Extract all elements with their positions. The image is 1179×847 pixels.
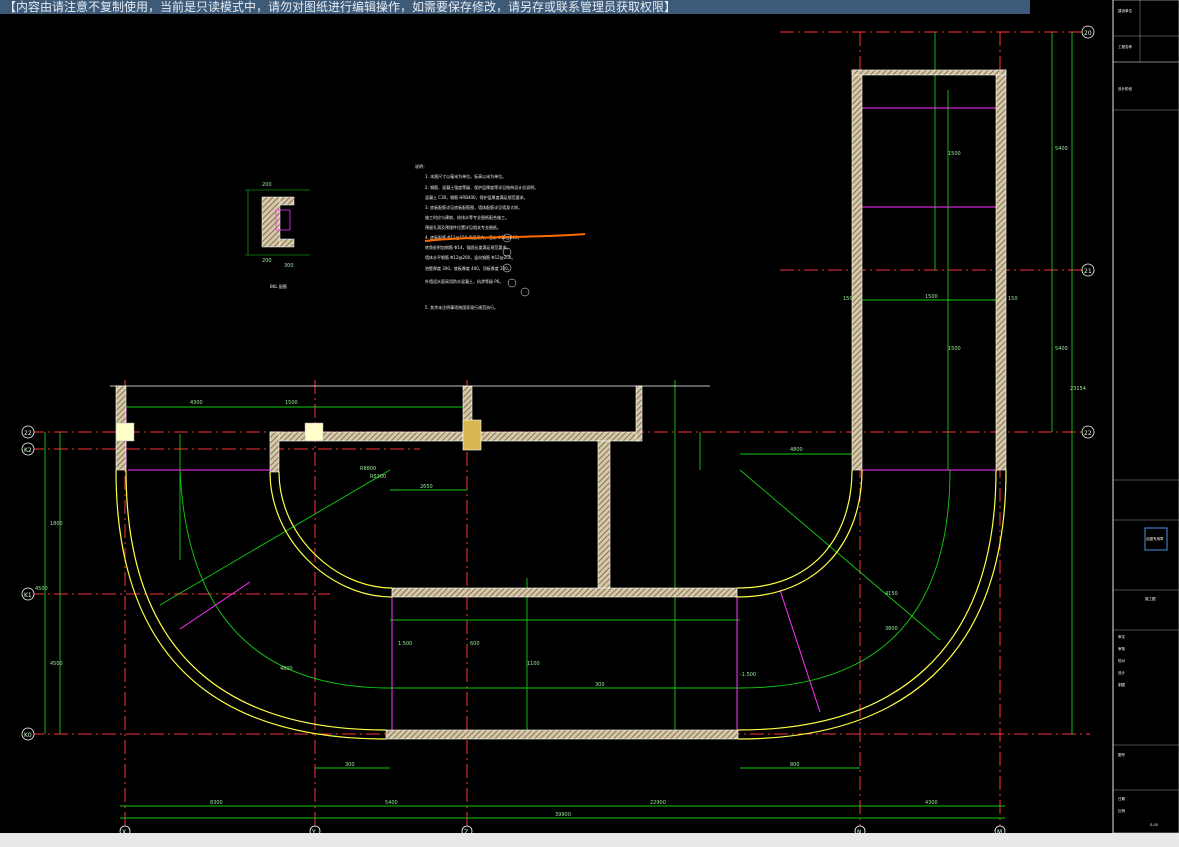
axis-label: K0 — [24, 732, 32, 739]
axis-label: 22 — [1084, 430, 1092, 437]
dim-text: R8800 — [360, 466, 376, 472]
note-line: 2. 钢筋、混凝土强度等级、保护层厚度等详见结构设计总说明。 — [425, 184, 538, 190]
dim-text: 300 — [345, 762, 355, 768]
dim-text: 4800 — [790, 447, 803, 453]
axis-label: 21 — [1084, 268, 1092, 275]
dim-text: 800 — [790, 762, 800, 768]
dim-text: 5400 — [1055, 146, 1068, 152]
wall-structure — [115, 69, 1007, 740]
dim-text: 4500 — [50, 661, 63, 667]
axis-label: 20 — [1084, 30, 1092, 37]
note-line: 5. 其余未注明事项按国家现行规范执行。 — [425, 304, 498, 310]
section-dim-c: 300 — [284, 263, 294, 269]
tb-row: 工程名称 — [1118, 44, 1133, 49]
dim-text: 4500 — [35, 586, 48, 592]
curved-walls — [115, 469, 1007, 740]
tb-row: 校对 — [1118, 658, 1126, 663]
dim-text: 1500 — [925, 294, 938, 300]
axis-label: K1 — [24, 592, 32, 599]
section-detail: BKL 配筋 200 200 300 — [245, 182, 310, 289]
dim-text: 3800 — [885, 626, 898, 632]
notes-heading: 说明： — [415, 163, 427, 169]
status-strip — [0, 833, 1179, 847]
tb-row: 建设单位 — [1118, 8, 1133, 13]
rebar-lines — [125, 71, 1002, 734]
dim-text: 8300 — [210, 800, 223, 806]
dim-text: 23154 — [1070, 386, 1086, 392]
dim-text: 1100 — [527, 661, 540, 667]
dim-text: 4300 — [190, 400, 203, 406]
tb-row: 施工图 — [1145, 596, 1156, 601]
note-line: 施工时应与建筑、给排水等专业图纸配合施工。 — [425, 214, 509, 220]
dim-text: 4800 — [280, 666, 293, 672]
dim-text: 150 — [843, 296, 853, 302]
dim-text: 22900 — [650, 800, 666, 806]
dim-text: 1500 — [285, 400, 298, 406]
note-line: 3. 底板配筋详见底板配筋图，墙体配筋详见墙身大样。 — [425, 204, 522, 210]
dim-text: 150 — [1008, 296, 1018, 302]
tb-row: 日期 — [1118, 796, 1126, 801]
note-line: 预留孔洞及预埋件位置详见相关专业图纸。 — [425, 224, 501, 230]
note-line: 转角处附加钢筋 Φ14，锚固长度满足规范要求。 — [425, 244, 511, 250]
dim-text: 600 — [470, 641, 480, 647]
tb-row: 制图 — [1118, 682, 1126, 687]
dim-text: 4150 — [885, 591, 898, 597]
note-line: 1. 本图尺寸以毫米为单位，标高以米为单位。 — [425, 173, 506, 179]
axis-label: K2 — [24, 447, 32, 454]
dim-text: R5300 — [370, 474, 386, 480]
axis-label: 22 — [24, 430, 32, 437]
note-line: 池壁厚度 300，底板厚度 400，顶板厚度 200。 — [425, 265, 512, 271]
dim-text: 2650 — [420, 484, 433, 490]
dim-text: 4300 — [925, 800, 938, 806]
tb-drawing-no: S-05 — [1150, 823, 1158, 827]
dim-text: 5400 — [1055, 346, 1068, 352]
note-line: 外墙迎水面采用防水混凝土，抗渗等级 P6。 — [425, 278, 503, 284]
tb-row: 审核 — [1118, 646, 1126, 651]
tb-row: 图号 — [1118, 752, 1126, 757]
dim-text: 39900 — [555, 812, 571, 818]
axis-bubbles-right: 20 21 22 — [1081, 25, 1095, 439]
dim-text: 1.500 — [398, 641, 412, 647]
note-line: 混凝土 C30，钢筋 HRB400，保护层厚度满足规范要求。 — [425, 194, 528, 200]
dim-text: 5400 — [385, 800, 398, 806]
section-dim-a: 200 — [262, 182, 272, 188]
section-dim-b: 200 — [262, 258, 272, 264]
dimension-lines — [44, 32, 1073, 819]
tb-row: 设计 — [1118, 670, 1126, 675]
tb-row: 设计阶段 — [1118, 86, 1133, 91]
dimension-texts: 4300 1500 2650 4800 1500 8300 5400 22900… — [35, 146, 1086, 818]
general-notes: 说明： 1. 本图尺寸以毫米为单位，标高以米为单位。 2. 钢筋、混凝土强度等级… — [415, 163, 586, 310]
tb-stamp: 出图专用章 — [1146, 536, 1164, 541]
note-line: 墙体水平钢筋 Φ12@200，竖向钢筋 Φ12@200。 — [425, 254, 515, 260]
title-block: 建设单位 工程名称 设计阶段 施工图 审定 审核 校对 设计 制图 图号 日期 … — [1112, 0, 1179, 834]
axis-bubbles-left: 22 K2 K1 K0 — [21, 425, 35, 741]
dim-text: 1500 — [948, 151, 961, 157]
dim-text: 300 — [595, 682, 605, 688]
tb-row: 比例 — [1118, 808, 1126, 813]
dim-text: 1800 — [50, 521, 63, 527]
dim-text: -1.500 — [740, 672, 756, 678]
tb-row: 审定 — [1118, 634, 1126, 639]
cad-drawing[interactable]: BKL 配筋 200 200 300 说明： 1. 本图尺寸以毫米为单位，标高以… — [0, 0, 1179, 847]
dim-text: 1500 — [948, 346, 961, 352]
section-title: BKL 配筋 — [270, 283, 287, 289]
